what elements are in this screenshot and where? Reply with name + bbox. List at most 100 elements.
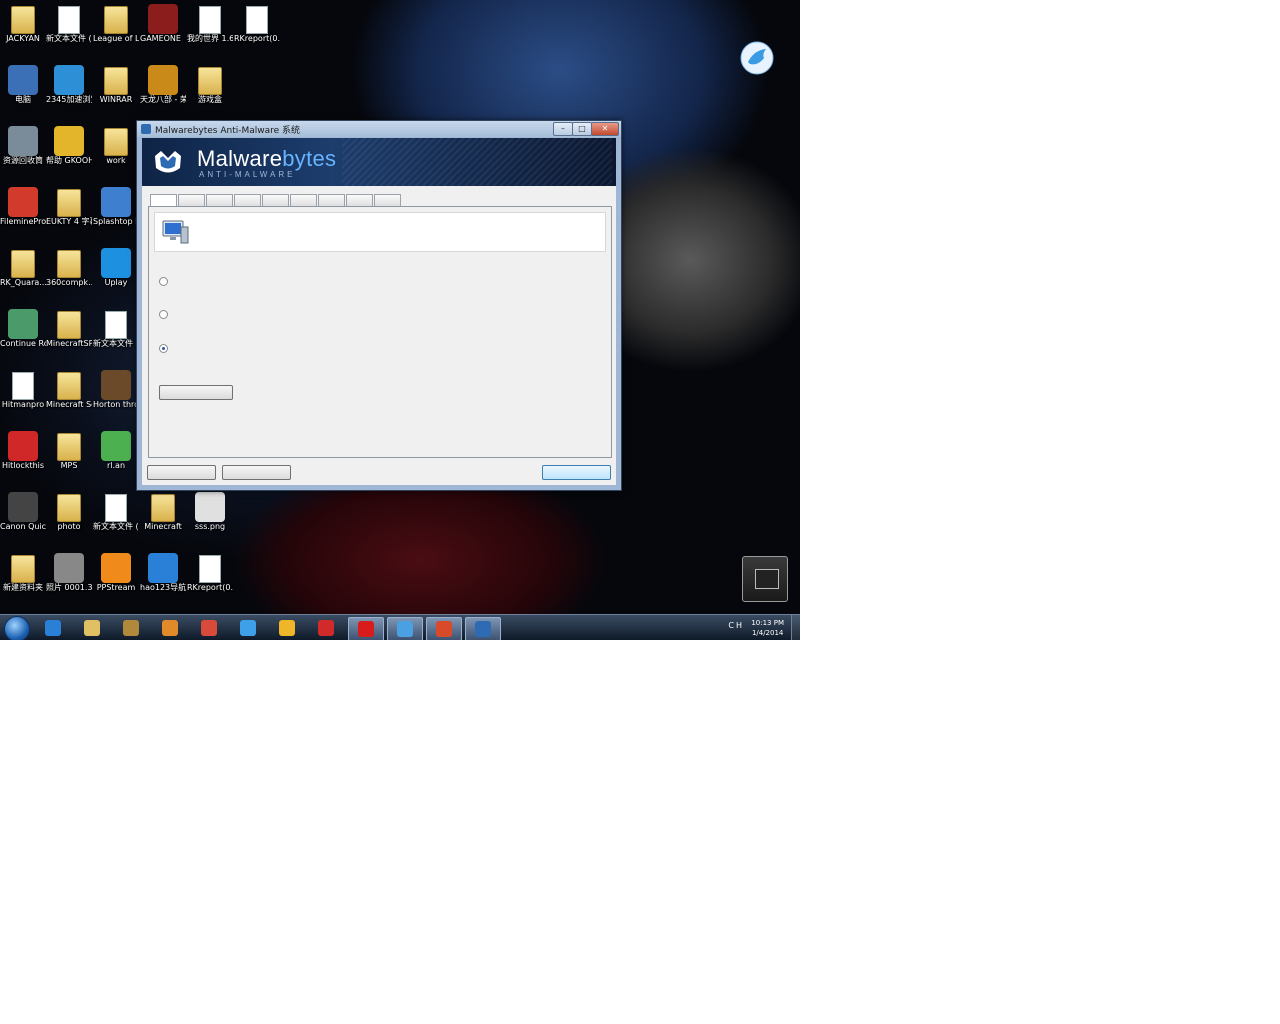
desktop-icon-label: 新建资料夹 — [3, 583, 43, 592]
desktop-icon-label: Canon Quick Menu — [0, 522, 46, 531]
desktop-icon[interactable]: MinecraftSP — [46, 309, 92, 349]
desktop-icon[interactable]: 照片 0001.3gp — [46, 553, 92, 593]
panel-action-button[interactable] — [159, 385, 233, 400]
desktop-icon-label: Uplay — [104, 278, 128, 287]
desktop-icon[interactable]: RKreport(0... — [187, 553, 233, 593]
taskbar-media-button[interactable] — [153, 617, 187, 639]
app-icon — [8, 431, 38, 461]
panel-header — [154, 212, 606, 252]
start-button[interactable] — [4, 616, 30, 640]
desktop-icon[interactable]: Horton throne — [93, 370, 139, 410]
desktop-icon[interactable]: work — [93, 126, 139, 166]
desktop-icon[interactable]: 2345加速浏览器 — [46, 65, 92, 105]
desktop-icon[interactable]: 帮助 GKOOHLT — [46, 126, 92, 166]
minimize-button[interactable]: – — [553, 122, 573, 136]
taskbar-weibo-button[interactable] — [192, 617, 226, 639]
desktop-icon[interactable]: WINRAR — [93, 65, 139, 105]
primary-action-button[interactable] — [542, 465, 611, 480]
scan-option-radio-1[interactable] — [159, 277, 168, 286]
tab-5[interactable] — [262, 194, 289, 206]
desktop-icon[interactable]: Continue RogueKil... — [0, 309, 46, 349]
desktop-icon[interactable]: EUKTY 4 字幕组中文 — [46, 187, 92, 227]
scan-option-radio-3[interactable] — [159, 344, 168, 353]
desktop-icon[interactable]: 天龙八部 - 荣耀登录... — [140, 65, 186, 105]
title-bar[interactable]: Malwarebytes Anti-Malware 系统 – □ ✕ — [137, 121, 621, 137]
app-icon — [141, 124, 151, 134]
desktop-icon[interactable]: sss.png — [187, 492, 233, 532]
clock-time: 10:13 PM — [751, 619, 784, 627]
maximize-button[interactable]: □ — [572, 122, 592, 136]
desktop-icon[interactable]: 新文本文件 (2).txt — [46, 4, 92, 44]
desktop-icon[interactable]: photo — [46, 492, 92, 532]
taskbar-explorer-button[interactable] — [75, 617, 109, 639]
desktop-icon[interactable]: RKreport(0... — [234, 4, 280, 44]
tab-4[interactable] — [234, 194, 261, 206]
desktop-icon[interactable]: Minecraft Server服人团 — [46, 370, 92, 410]
desktop-icon[interactable]: 电脑 — [0, 65, 46, 105]
desktop-icon[interactable]: Uplay — [93, 248, 139, 288]
malwarebytes-window: Malwarebytes Anti-Malware 系统 – □ ✕ Malwa… — [136, 120, 622, 491]
desktop-icon[interactable]: MPS — [46, 431, 92, 471]
taskbar-lol-button[interactable] — [114, 617, 148, 639]
desktop-icon[interactable]: rl.an — [93, 431, 139, 471]
gadget-widget[interactable] — [742, 556, 788, 602]
desktop-icon-label: sss.png — [194, 522, 226, 531]
desktop-icon[interactable]: League of Legends — [93, 4, 139, 44]
tab-6[interactable] — [290, 194, 317, 206]
desktop-icon[interactable]: 360compk... — [46, 248, 92, 288]
desktop-icon-label: 电脑 — [15, 95, 31, 104]
app-icon — [54, 553, 84, 583]
desktop-icon-label: Horton throne — [93, 400, 139, 409]
folder-icon — [57, 372, 81, 400]
taskbar-opera-button[interactable] — [348, 617, 384, 640]
taskbar-qq-player-button[interactable] — [231, 617, 265, 639]
bottom-button-1[interactable] — [147, 465, 216, 480]
taskbar-video-button[interactable] — [309, 617, 343, 639]
desktop-icon[interactable]: 游戏盒 — [187, 65, 233, 105]
desktop-icon[interactable]: RK_Quara... — [0, 248, 46, 288]
window-client: Malwarebytes ANTI-MALWARE — [142, 138, 616, 485]
desktop-icon[interactable]: hao123导航 — [140, 553, 186, 593]
desktop-icon-label: WINRAR — [99, 95, 133, 104]
bottom-button-2[interactable] — [222, 465, 291, 480]
tab-7[interactable] — [318, 194, 345, 206]
desktop-icon[interactable]: Hitmanpro — [0, 370, 46, 410]
taskbar-qq-button[interactable] — [270, 617, 304, 639]
desktop-icon-label: RK_Quara... — [0, 278, 46, 287]
app-icon — [148, 553, 178, 583]
close-button[interactable]: ✕ — [591, 122, 619, 136]
desktop-icon[interactable]: 新文本文件 .txt — [93, 309, 139, 349]
taskbar-ie-button[interactable] — [36, 617, 70, 639]
scan-option-radio-2[interactable] — [159, 310, 168, 319]
desktop-icon[interactable]: PPStream — [93, 553, 139, 593]
tab-3[interactable] — [206, 194, 233, 206]
desktop-icon[interactable]: Canon Quick Menu — [0, 492, 46, 532]
desktop-icon[interactable]: GAMEONE 《新登入... — [140, 4, 186, 44]
twitter-bird-icon[interactable] — [738, 40, 776, 76]
desktop-icon[interactable]: 资源回收筒 — [0, 126, 46, 166]
desktop-icon[interactable]: 新建资料夹 — [0, 553, 46, 593]
taskbar-bird-button[interactable] — [387, 617, 423, 640]
clock[interactable]: 10:13 PM 1/4/2014 — [751, 618, 784, 638]
desktop-icon[interactable]: 我的世界 1.6.2单机... — [187, 4, 233, 44]
app-icon — [8, 187, 38, 217]
show-desktop-button[interactable] — [791, 615, 800, 640]
tab-8[interactable] — [346, 194, 373, 206]
desktop-icon[interactable]: 新文本文件 (3).txt — [93, 492, 139, 532]
desktop-icon-label: 新文本文件 (2).txt — [46, 34, 92, 43]
tab-9[interactable] — [374, 194, 401, 206]
desktop-icon[interactable]: Hitlockthis — [0, 431, 46, 471]
app-icon — [148, 4, 178, 34]
taskbar-paint-button[interactable] — [426, 617, 462, 640]
desktop-icon[interactable]: FileminePro — [0, 187, 46, 227]
desktop-icon[interactable]: Minecraft — [140, 492, 186, 532]
taskbar-malwarebytes-button[interactable] — [465, 617, 501, 640]
desktop-icon[interactable]: JACKYAN — [0, 4, 46, 44]
doc-icon — [58, 6, 80, 34]
desktop-icon-label: hao123导航 — [140, 583, 186, 592]
tab-2[interactable] — [178, 194, 205, 206]
bird-icon — [397, 621, 413, 637]
desktop-icon[interactable]: Splashtop Remote D... — [93, 187, 139, 227]
system-tray[interactable]: CH — [728, 621, 744, 630]
tab-panel — [148, 206, 612, 458]
